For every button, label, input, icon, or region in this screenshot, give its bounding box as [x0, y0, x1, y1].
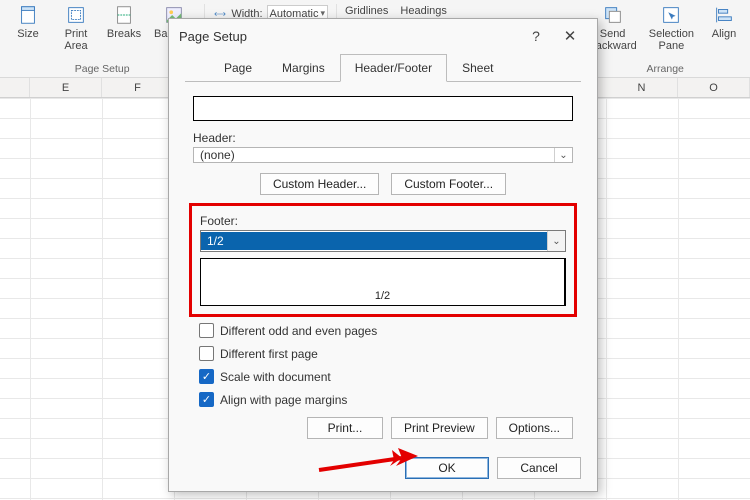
ribbon-gridlines-label: Gridlines	[345, 5, 388, 17]
print-preview-button[interactable]: Print Preview	[391, 417, 488, 439]
col-header[interactable]: N	[606, 78, 678, 97]
chk-scale-label: Scale with document	[220, 370, 331, 384]
ribbon-print-area-label: Print Area	[64, 28, 87, 52]
ribbon-breaks-button[interactable]: Breaks	[102, 2, 146, 54]
ribbon-group-page-setup-label: Page Setup	[75, 63, 130, 75]
dialog-close-button[interactable]: ✕	[553, 27, 587, 45]
options-button[interactable]: Options...	[496, 417, 573, 439]
header-combo-value: (none)	[194, 148, 554, 162]
ribbon-print-area-button[interactable]: Print Area	[54, 2, 98, 54]
header-label: Header:	[193, 131, 573, 145]
print-area-icon	[65, 4, 87, 26]
ribbon-selection-pane-label: Selection Pane	[649, 28, 694, 52]
col-header[interactable]: O	[678, 78, 750, 97]
align-icon	[713, 4, 735, 26]
ribbon-breaks-label: Breaks	[107, 28, 141, 40]
footer-preview-text: 1/2	[375, 290, 390, 302]
col-header[interactable]: E	[30, 78, 102, 97]
chk-scale[interactable]: ✓ Scale with document	[199, 369, 567, 384]
checkbox-unchecked-icon	[199, 346, 214, 361]
ribbon-size-label: Size	[17, 28, 38, 40]
tab-margins[interactable]: Margins	[267, 54, 340, 82]
footer-combo-value: 1/2	[201, 232, 547, 250]
chk-diff-odd-even[interactable]: Different odd and even pages	[199, 323, 567, 338]
custom-footer-button[interactable]: Custom Footer...	[391, 173, 506, 195]
chevron-down-icon: ⌄	[547, 231, 565, 251]
footer-preview: 1/2	[200, 258, 566, 306]
header-combo[interactable]: (none) ⌄	[193, 147, 573, 163]
footer-highlight: Footer: 1/2 ⌄ 1/2	[189, 203, 577, 317]
cancel-button[interactable]: Cancel	[497, 457, 581, 479]
footer-combo[interactable]: 1/2 ⌄	[200, 230, 566, 252]
dialog-tabs: Page Margins Header/Footer Sheet	[209, 53, 581, 81]
page-setup-dialog: Page Setup ? ✕ Page Margins Header/Foote…	[168, 18, 598, 492]
ribbon-align-button[interactable]: Align	[702, 2, 746, 54]
chk-align[interactable]: ✓ Align with page margins	[199, 392, 567, 407]
col-header[interactable]: F	[102, 78, 174, 97]
chk-diff-odd-even-label: Different odd and even pages	[220, 324, 377, 338]
print-button[interactable]: Print...	[307, 417, 383, 439]
ribbon-size-button[interactable]: Size	[6, 2, 50, 54]
dialog-title: Page Setup	[179, 29, 519, 44]
chk-align-label: Align with page margins	[220, 393, 347, 407]
checkbox-unchecked-icon	[199, 323, 214, 338]
tab-header-footer[interactable]: Header/Footer	[340, 54, 447, 82]
ribbon-headings-label: Headings	[400, 5, 446, 17]
ribbon-selection-pane-button[interactable]: Selection Pane	[645, 2, 698, 54]
send-backward-icon	[602, 4, 624, 26]
selection-pane-icon	[660, 4, 682, 26]
custom-header-button[interactable]: Custom Header...	[260, 173, 379, 195]
ribbon-align-label: Align	[712, 28, 736, 40]
footer-label: Footer:	[200, 214, 560, 228]
ribbon-group-arrange-label: Arrange	[647, 63, 684, 75]
chk-diff-first-label: Different first page	[220, 347, 318, 361]
checkbox-checked-icon: ✓	[199, 369, 214, 384]
dialog-footer: OK Cancel	[169, 449, 597, 491]
header-preview	[193, 96, 573, 121]
page-size-icon	[17, 4, 39, 26]
chevron-down-icon: ⌄	[554, 148, 572, 162]
chk-diff-first[interactable]: Different first page	[199, 346, 567, 361]
breaks-icon	[113, 4, 135, 26]
ok-button[interactable]: OK	[405, 457, 489, 479]
tab-sheet[interactable]: Sheet	[447, 54, 508, 82]
checkbox-checked-icon: ✓	[199, 392, 214, 407]
dialog-help-button[interactable]: ?	[519, 28, 553, 44]
tab-page[interactable]: Page	[209, 54, 267, 82]
dialog-titlebar[interactable]: Page Setup ? ✕	[169, 19, 597, 53]
